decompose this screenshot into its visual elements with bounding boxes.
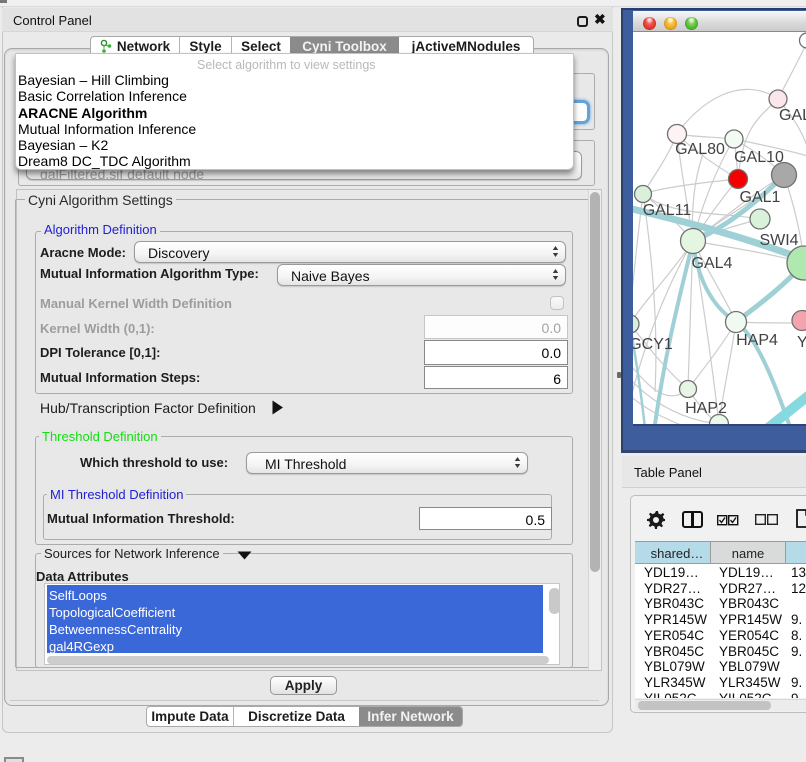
svg-text:HAP4: HAP4 [736,332,778,349]
svg-text:GAL80: GAL80 [675,141,725,158]
svg-text:GCY1: GCY1 [633,336,673,353]
svg-text:GAL7: GAL7 [779,107,806,124]
svg-text:SWI4: SWI4 [759,232,798,249]
svg-text:YEL: YEL [797,334,806,351]
svg-text:GAL4: GAL4 [692,255,733,272]
svg-text:GAL11: GAL11 [643,202,692,219]
svg-text:GAL1: GAL1 [740,189,781,206]
svg-text:GAL10: GAL10 [734,149,784,166]
svg-text:HAP2: HAP2 [685,400,727,417]
